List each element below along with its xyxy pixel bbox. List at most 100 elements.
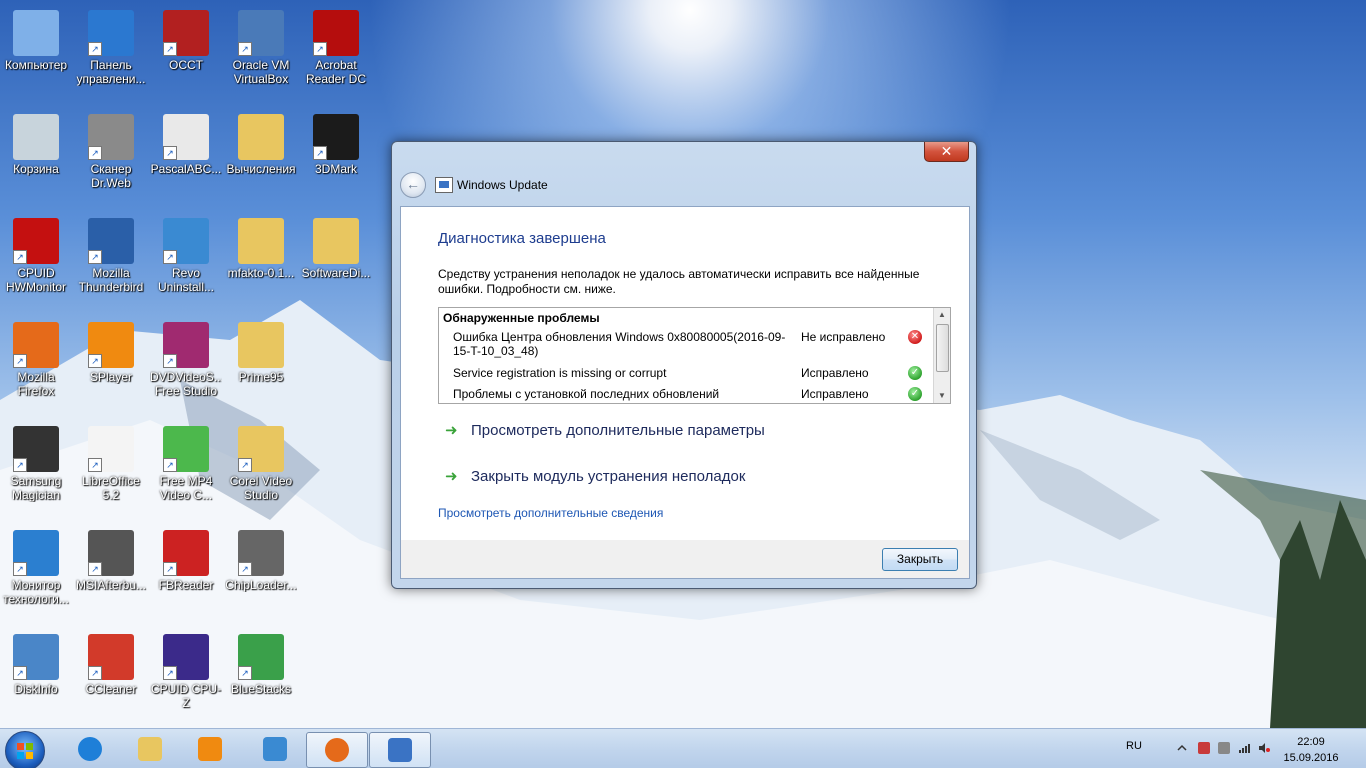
language-indicator[interactable]: RU: [1126, 740, 1142, 752]
close-troubleshooter-label: Закрыть модуль устранения неполадок: [471, 468, 746, 485]
windows-update-icon: [388, 738, 412, 762]
app-icon: ↗: [163, 114, 209, 160]
shortcut-arrow-icon: ↗: [238, 458, 252, 472]
app-icon: ↗: [88, 530, 134, 576]
firefox-icon: [325, 738, 349, 762]
close-troubleshooter-link[interactable]: ➜ Закрыть модуль устранения неполадок: [445, 467, 745, 485]
desktop-icon[interactable]: ↗ Oracle VM VirtualBox: [225, 6, 297, 102]
desktop-icon[interactable]: Вычисления: [225, 110, 297, 206]
taskbar-item-windows-update[interactable]: [369, 732, 431, 768]
desktop-icon[interactable]: ↗ Acrobat Reader DC: [300, 6, 372, 102]
control-panel-icon: [263, 737, 287, 761]
desktop-icon[interactable]: mfakto-0.1...: [225, 214, 297, 310]
desktop-icon-label: Revo Uninstall...: [157, 266, 215, 294]
app-icon: ↗: [313, 10, 359, 56]
desktop-icon[interactable]: Prime95: [225, 318, 297, 414]
clock[interactable]: 22:09 15.09.2016: [1276, 734, 1346, 766]
shortcut-arrow-icon: ↗: [163, 458, 177, 472]
problem-name: Ошибка Центра обновления Windows 0x80080…: [453, 330, 786, 358]
taskbar-item-firefox[interactable]: [306, 732, 368, 768]
view-more-params-link[interactable]: ➜ Просмотреть дополнительные параметры: [445, 421, 765, 439]
desktop-icon[interactable]: ↗ DVDVideoS... Free Studio: [150, 318, 222, 414]
dialog-footer: Закрыть: [400, 540, 970, 579]
desktop-icon[interactable]: ↗ FBReader: [150, 526, 222, 622]
desktop-icon[interactable]: ↗ MSIAfterbu...: [75, 526, 147, 622]
desktop-icon[interactable]: ↗ LibreOffice 5.2: [75, 422, 147, 518]
shortcut-arrow-icon: ↗: [88, 354, 102, 368]
desktop-icon[interactable]: ↗ Free MP4 Video C...: [150, 422, 222, 518]
windows-update-icon: [435, 177, 453, 193]
desktop-icon[interactable]: ↗ CPUID CPU-Z: [150, 630, 222, 726]
back-button[interactable]: ←: [400, 172, 426, 198]
shortcut-arrow-icon: ↗: [88, 458, 102, 472]
green-arrow-icon: ➜: [445, 468, 458, 485]
app-icon: ↗: [88, 218, 134, 264]
taskbar-item-explorer[interactable]: [120, 732, 180, 766]
app-icon: [313, 218, 359, 264]
desktop-icon-label: BlueStacks: [230, 682, 292, 696]
close-button[interactable]: Закрыть: [882, 548, 958, 571]
desktop-icon[interactable]: ↗ Mozilla Firefox: [0, 318, 72, 414]
shortcut-arrow-icon: ↗: [163, 42, 177, 56]
problem-status: Не исправлено: [801, 330, 886, 344]
volume-icon[interactable]: [1258, 742, 1270, 754]
window-close-button[interactable]: ✕: [924, 142, 969, 162]
device-icon[interactable]: [1218, 742, 1230, 754]
action-center-icon[interactable]: [1198, 742, 1210, 754]
desktop-icon[interactable]: ↗ 3DMark: [300, 110, 372, 206]
check-icon: ✓: [908, 366, 922, 380]
problems-header: Обнаруженные проблемы: [443, 311, 600, 325]
desktop-icon[interactable]: ↗ SPlayer: [75, 318, 147, 414]
clock-time: 22:09: [1297, 736, 1325, 748]
desktop-icon[interactable]: ↗ Панель управлени...: [75, 6, 147, 102]
network-icon[interactable]: [1238, 742, 1250, 754]
desktop-icon[interactable]: ↗ Revo Uninstall...: [150, 214, 222, 310]
desktop-icon[interactable]: ↗ Монитор технологи...: [0, 526, 72, 622]
desktop-icon[interactable]: ↗ Сканер Dr.Web: [75, 110, 147, 206]
shortcut-arrow-icon: ↗: [313, 42, 327, 56]
problems-scrollbar[interactable]: ▲ ▼: [933, 308, 950, 403]
desktop-icon[interactable]: ↗ OCCT: [150, 6, 222, 102]
desktop-icon[interactable]: Компьютер: [0, 6, 72, 102]
shortcut-arrow-icon: ↗: [163, 562, 177, 576]
problem-name: Service registration is missing or corru…: [453, 366, 667, 380]
desktop-icon[interactable]: ↗ Samsung Magician: [0, 422, 72, 518]
scroll-up-icon[interactable]: ▲: [934, 308, 950, 322]
taskbar: RU 22:09 15.09.2016: [0, 728, 1366, 768]
desktop-icon[interactable]: ↗ CPUID HWMonitor: [0, 214, 72, 310]
desktop-icon-label: Acrobat Reader DC: [305, 58, 367, 86]
desktop-icon[interactable]: ↗ Mozilla Thunderbird: [75, 214, 147, 310]
shortcut-arrow-icon: ↗: [13, 458, 27, 472]
scroll-down-icon[interactable]: ▼: [934, 389, 950, 403]
app-icon: ↗: [13, 322, 59, 368]
page-heading: Диагностика завершена: [438, 230, 606, 247]
desktop-icon-label: Вычисления: [226, 162, 296, 176]
more-info-link[interactable]: Просмотреть дополнительные сведения: [438, 506, 663, 520]
app-icon: ↗: [88, 10, 134, 56]
desktop-icon[interactable]: SoftwareDi...: [300, 214, 372, 310]
shortcut-arrow-icon: ↗: [163, 666, 177, 680]
taskbar-item-control-panel[interactable]: [245, 732, 305, 766]
green-arrow-icon: ➜: [445, 422, 458, 439]
desktop-icon-label: CPUID CPU-Z: [150, 682, 221, 710]
desktop-icon-label: PascalABC...: [150, 162, 222, 176]
app-icon: ↗: [88, 426, 134, 472]
view-more-params-label: Просмотреть дополнительные параметры: [471, 422, 765, 439]
taskbar-item-ie[interactable]: [60, 732, 120, 766]
taskbar-item-media-player[interactable]: [180, 732, 240, 766]
desktop-icon[interactable]: ↗ CCleaner: [75, 630, 147, 726]
scroll-thumb[interactable]: [936, 324, 949, 372]
up-arrow-icon[interactable]: [1176, 742, 1188, 754]
shortcut-arrow-icon: ↗: [88, 146, 102, 160]
app-icon: ↗: [163, 10, 209, 56]
desktop-icon[interactable]: ↗ ChipLoader...: [225, 526, 297, 622]
desktop-icon[interactable]: ↗ PascalABC...: [150, 110, 222, 206]
start-button[interactable]: [5, 731, 45, 768]
desktop-icon[interactable]: ↗ BlueStacks: [225, 630, 297, 726]
desktop-icon[interactable]: ↗ DiskInfo: [0, 630, 72, 726]
desktop-icon-label: Corel Video Studio: [229, 474, 293, 502]
desktop-icon[interactable]: Корзина: [0, 110, 72, 206]
desktop-icon[interactable]: ↗ Corel Video Studio: [225, 422, 297, 518]
app-icon: ↗: [163, 426, 209, 472]
app-icon: [13, 114, 59, 160]
